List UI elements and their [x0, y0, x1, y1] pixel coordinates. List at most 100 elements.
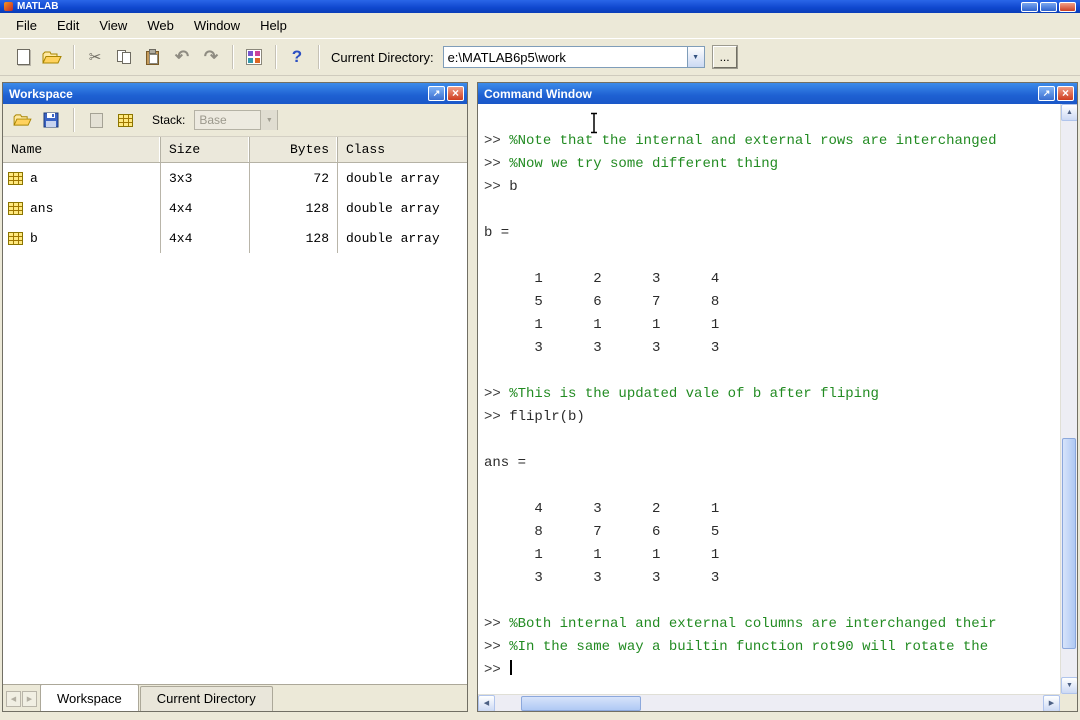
horizontal-scroll-track[interactable] [495, 695, 1043, 712]
prompt: >> [484, 133, 510, 149]
menu-file[interactable]: File [6, 15, 47, 36]
line-text: %This is the updated vale of b after fli… [509, 386, 879, 402]
column-header-name[interactable]: Name [3, 137, 161, 162]
workspace-table: Name Size Bytes Class a 3x3 72 double array… [3, 137, 467, 684]
table-row[interactable]: a 3x3 72 double array [3, 163, 467, 193]
prompt: >> [484, 179, 510, 195]
mouse-ibeam-cursor [588, 112, 600, 137]
redo-icon: ↷ [203, 47, 219, 66]
chevron-down-icon[interactable]: ▼ [686, 47, 704, 67]
scroll-left-icon[interactable]: ◀ [478, 694, 495, 711]
scroll-down-icon[interactable]: ▼ [1061, 677, 1077, 694]
undo-button[interactable]: ↶ [169, 44, 195, 70]
cell-size: 3x3 [161, 163, 250, 193]
load-workspace-button[interactable] [10, 108, 34, 132]
current-directory-combo[interactable]: e:\MATLAB6p5\work ▼ [442, 46, 705, 68]
copy-button[interactable] [111, 44, 137, 70]
stack-value: Base [199, 113, 227, 127]
help-button[interactable]: ? [284, 44, 310, 70]
workspace-table-header: Name Size Bytes Class [3, 137, 467, 163]
vertical-scrollbar[interactable]: ▲ ▼ [1060, 104, 1077, 694]
command-line [484, 590, 1060, 613]
paste-button[interactable] [140, 44, 166, 70]
menu-window[interactable]: Window [184, 15, 250, 36]
tab-scroll-left-icon[interactable]: ◀ [6, 691, 21, 707]
horizontal-scrollbar[interactable]: ◀ ▶ [478, 694, 1060, 711]
redo-button[interactable]: ↷ [198, 44, 224, 70]
vertical-scroll-track[interactable] [1061, 121, 1077, 677]
main-toolbar: ✂ ↶ ↷ ? Current Directory: e:\MATLAB6p5\… [0, 38, 1080, 76]
command-line: b = [484, 222, 1060, 245]
command-line: >> b [484, 176, 1060, 199]
line-text: %In the same way a builtin function rot9… [509, 639, 989, 655]
line-text: 3 3 3 3 [484, 570, 720, 586]
stack-label: Stack: [152, 113, 186, 127]
maximize-button[interactable] [1040, 1, 1057, 12]
close-icon[interactable]: × [447, 86, 464, 101]
toolbar-separator [275, 45, 276, 69]
vertical-scroll-thumb[interactable] [1062, 437, 1076, 650]
open-selection-button[interactable] [84, 108, 108, 132]
command-window-titlebar: Command Window ↗ × [478, 83, 1077, 104]
workspace-panel: Workspace ↗ × Stack: Base ▼ Name Size By… [2, 82, 468, 712]
scroll-up-icon[interactable]: ▲ [1061, 104, 1077, 121]
chevron-down-icon: ▼ [260, 110, 278, 130]
prompt: >> [484, 156, 510, 172]
command-line: 5 6 7 8 [484, 291, 1060, 314]
cell-class: double array [346, 230, 440, 246]
command-window-text[interactable]: >> %Note that the internal and external … [478, 104, 1060, 694]
browse-directory-button[interactable]: ... [711, 45, 738, 69]
line-text: 3 3 3 3 [484, 340, 720, 356]
close-icon[interactable]: × [1057, 86, 1074, 101]
scroll-right-icon[interactable]: ▶ [1043, 694, 1060, 711]
tab-workspace[interactable]: Workspace [40, 684, 139, 711]
column-header-size[interactable]: Size [161, 137, 250, 162]
save-workspace-button[interactable] [39, 108, 63, 132]
simulink-button[interactable] [241, 44, 267, 70]
cut-button[interactable]: ✂ [82, 44, 108, 70]
table-row[interactable]: ans 4x4 128 double array [3, 193, 467, 223]
command-line: 1 2 3 4 [484, 268, 1060, 291]
column-header-bytes[interactable]: Bytes [250, 137, 338, 162]
cell-class: double array [346, 200, 440, 216]
new-file-button[interactable] [10, 44, 36, 70]
toolbar-separator [73, 45, 74, 69]
tab-scroll-right-icon[interactable]: ▶ [22, 691, 37, 707]
column-header-class[interactable]: Class [338, 137, 467, 162]
cell-name: ans [3, 193, 161, 223]
open-folder-icon [12, 114, 32, 126]
menu-edit[interactable]: Edit [47, 15, 89, 36]
undock-icon[interactable]: ↗ [428, 86, 445, 101]
scrollbar-corner [1060, 694, 1077, 711]
workspace-tab-bar: ◀ ▶ Workspace Current Directory [3, 684, 467, 711]
minimize-button[interactable] [1021, 1, 1038, 12]
array-icon [8, 171, 23, 185]
undo-icon: ↶ [174, 47, 190, 66]
prompt: >> [484, 662, 510, 678]
window-controls [1021, 1, 1076, 12]
menu-web[interactable]: Web [137, 15, 184, 36]
line-text: %Now we try some different thing [509, 156, 779, 172]
undock-icon[interactable]: ↗ [1038, 86, 1055, 101]
command-line: >> %In the same way a builtin function r… [484, 636, 1060, 659]
line-text: %Both internal and external columns are … [509, 616, 997, 632]
command-line: 1 1 1 1 [484, 314, 1060, 337]
tab-current-directory[interactable]: Current Directory [139, 686, 273, 711]
command-line: >> fliplr(b) [484, 406, 1060, 429]
cell-name: a [3, 163, 161, 193]
menu-view[interactable]: View [89, 15, 137, 36]
menu-help[interactable]: Help [250, 15, 297, 36]
command-line: 3 3 3 3 [484, 567, 1060, 590]
command-line: 8 7 6 5 [484, 521, 1060, 544]
close-button[interactable] [1059, 1, 1076, 12]
command-line: >> %Note that the internal and external … [484, 130, 1060, 153]
open-folder-icon [42, 51, 62, 63]
line-text: %Note that the internal and external row… [509, 133, 997, 149]
line-text: b [509, 179, 518, 195]
variable-name: ans [30, 200, 54, 216]
table-row[interactable]: b 4x4 128 double array [3, 223, 467, 253]
array-editor-button[interactable] [113, 108, 137, 132]
open-file-button[interactable] [39, 44, 65, 70]
horizontal-scroll-thumb[interactable] [521, 695, 641, 711]
cell-name: b [3, 223, 161, 253]
